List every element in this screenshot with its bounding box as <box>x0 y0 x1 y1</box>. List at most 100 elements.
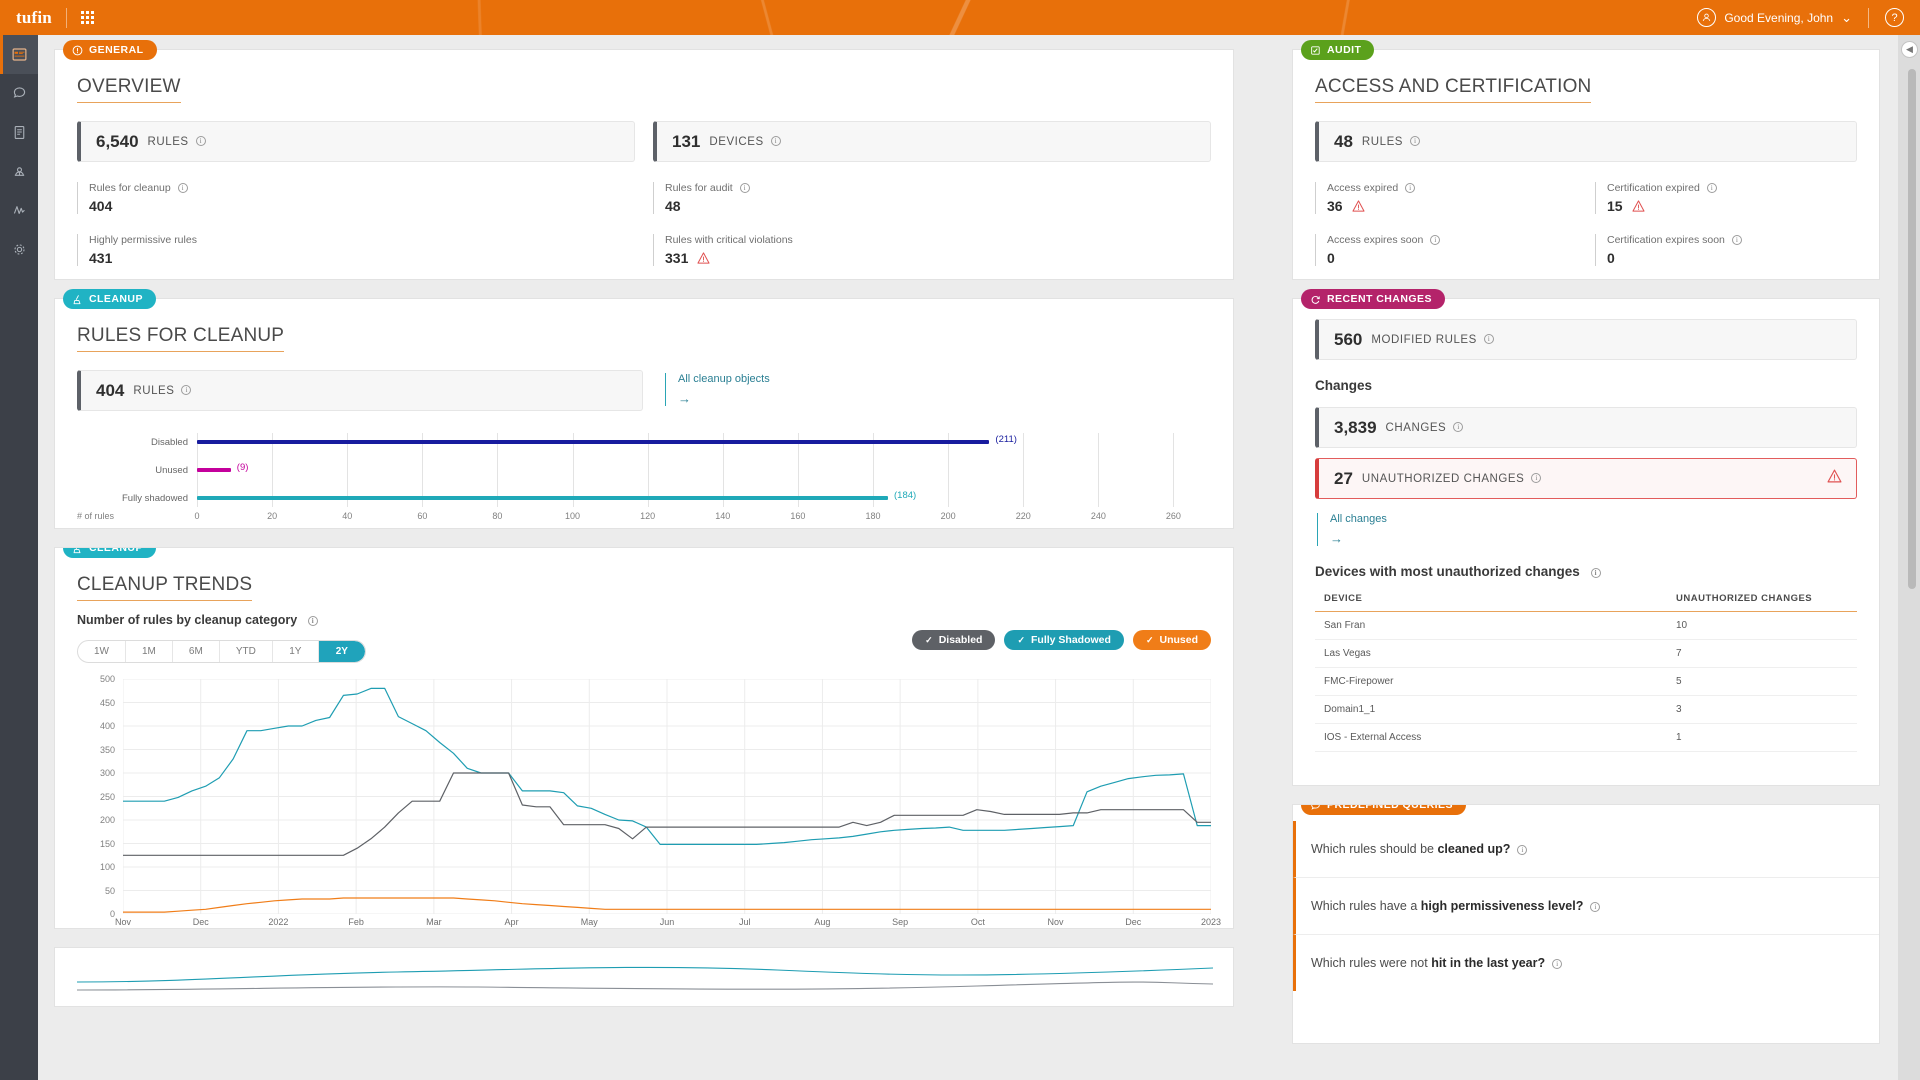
rules-stat-box[interactable]: 6,540 RULES i <box>77 121 635 162</box>
mini-stat-rules-for-cleanup[interactable]: Rules for cleanup i 404 <box>77 182 635 214</box>
legend-toggle-unused[interactable]: ✓ Unused <box>1132 630 1211 650</box>
range-option-6m[interactable]: 6M <box>173 641 220 662</box>
info-icon[interactable]: i <box>181 384 192 395</box>
info-icon[interactable]: i <box>1731 234 1742 245</box>
gear-icon <box>13 244 25 255</box>
mini-stat-access-expires-soon[interactable]: Access expires soon i 0 <box>1315 234 1577 266</box>
cleanup-trends-chart: 0 50 100 150 200 250 300 350 400 450 500 Nov Dec 202… <box>77 674 1221 928</box>
table-row[interactable]: San Fran 10 <box>1315 611 1857 640</box>
y-axis-tick: 450 <box>99 697 115 708</box>
help-icon[interactable]: ? <box>1885 8 1904 27</box>
mini-stat-certification-expires-soon[interactable]: Certification expires soon i 0 <box>1595 234 1857 266</box>
plot-area[interactable] <box>122 678 1212 915</box>
audit-rules-stat-box[interactable]: 48 RULES i <box>1315 121 1857 162</box>
y-axis-tick: 500 <box>99 674 115 684</box>
cleanup-trends-body: CLEANUP TRENDS Number of rules by cleanu… <box>55 548 1233 928</box>
broom-icon <box>73 548 81 553</box>
chart-legend: ✓ Disabled ✓ Fully Shadowed ✓ Unused <box>912 630 1211 650</box>
info-icon[interactable]: i <box>1706 182 1717 193</box>
range-option-ytd[interactable]: YTD <box>220 641 273 662</box>
cleanup-pill: CLEANUP <box>63 289 156 309</box>
all-changes-link[interactable]: All changes → <box>1317 513 1857 546</box>
info-icon[interactable]: i <box>1590 901 1601 912</box>
user-menu[interactable]: Good Evening, John ⌄ <box>1697 8 1852 27</box>
sidebar-item-search[interactable] <box>0 74 38 113</box>
sidebar-item-policy-browser[interactable] <box>0 152 38 191</box>
changes-stat-box[interactable]: 3,839 CHANGES i <box>1315 407 1857 448</box>
info-icon[interactable]: i <box>195 135 206 146</box>
mini-stat-access-expired[interactable]: Access expired i 36 <box>1315 182 1577 214</box>
query-item-3[interactable]: Which rules were not hit in the last yea… <box>1293 935 1879 991</box>
collapse-icon[interactable]: ◀ <box>1901 41 1918 58</box>
range-option-1w[interactable]: 1W <box>78 641 126 662</box>
mini-stat-rules-for-audit[interactable]: Rules for audit i 48 <box>653 182 1211 214</box>
link-label: All changes <box>1330 513 1387 525</box>
table-row[interactable]: Las Vegas 7 <box>1315 639 1857 668</box>
info-icon[interactable]: i <box>1517 844 1528 855</box>
range-option-1y[interactable]: 1Y <box>273 641 319 662</box>
y-axis-tick: 100 <box>99 862 115 872</box>
cleanup-trends-pill: CLEANUP <box>63 548 156 558</box>
arrow-right-icon: → <box>1330 531 1343 546</box>
check-icon: ✓ <box>925 634 933 645</box>
sidebar-item-topology[interactable] <box>0 191 38 230</box>
info-icon[interactable]: i <box>1453 421 1464 432</box>
left-nav-rail <box>0 35 38 1080</box>
legend-label: Unused <box>1159 634 1198 646</box>
modified-rules-stat-box[interactable]: 560 MODIFIED RULES i <box>1315 319 1857 360</box>
sidebar-item-dashboard[interactable] <box>0 35 38 74</box>
bar-chart-axis-unit: # of rules <box>77 511 115 521</box>
info-icon[interactable]: i <box>1531 472 1542 483</box>
legend-toggle-fully-shadowed[interactable]: ✓ Fully Shadowed <box>1004 630 1124 650</box>
mini-stat-label: Rules for cleanup <box>89 182 171 194</box>
info-icon[interactable]: i <box>1483 333 1494 344</box>
grid-apps-icon[interactable] <box>80 11 94 24</box>
next-card-partial <box>54 947 1234 1007</box>
recent-changes-body: 560 MODIFIED RULES i Changes 3,839 CHANG… <box>1293 299 1879 772</box>
refresh-icon <box>1311 295 1320 304</box>
unauthorized-changes-label: UNAUTHORIZED CHANGES <box>1361 472 1525 485</box>
mini-stat-highly-permissive-rules[interactable]: Highly permissive rules 431 <box>77 234 635 266</box>
time-range-selector[interactable]: 1W 1M 6M YTD 1Y 2Y <box>77 640 366 663</box>
info-icon[interactable]: i <box>770 135 781 146</box>
link-label: All cleanup objects <box>678 373 770 385</box>
cell-device: FMC-Firepower <box>1315 667 1667 696</box>
range-option-2y[interactable]: 2Y <box>318 641 365 662</box>
modified-rules-label: MODIFIED RULES <box>1371 333 1477 346</box>
sidebar-item-reports[interactable] <box>0 113 38 152</box>
info-icon[interactable]: i <box>739 182 750 193</box>
vertical-scrollbar[interactable] <box>1908 69 1916 589</box>
info-icon[interactable]: i <box>1410 135 1421 146</box>
cleanup-trends-subtitle: Number of rules by cleanup category <box>77 613 298 627</box>
mini-stat-certification-expired[interactable]: Certification expired i 15 <box>1595 182 1857 214</box>
predefined-queries-card: PREDEFINED QUERIES Which rules should be… <box>1292 804 1880 1044</box>
info-icon[interactable]: i <box>1430 234 1441 245</box>
general-body: OVERVIEW 6,540 RULES i 131 DEVICES i Rul… <box>55 50 1233 286</box>
range-option-1m[interactable]: 1M <box>126 641 173 662</box>
sidebar-item-settings[interactable] <box>0 230 38 269</box>
all-cleanup-objects-link[interactable]: All cleanup objects → <box>665 373 770 406</box>
query-item-1[interactable]: Which rules should be cleaned up? i <box>1293 821 1879 878</box>
axis-tick-label: 160 <box>790 511 806 521</box>
bar-row-fully-shadowed[interactable]: Fully shadowed (184) <box>77 489 1211 507</box>
devices-stat-box[interactable]: 131 DEVICES i <box>653 121 1211 162</box>
query-prefix: Which rules were not <box>1311 956 1432 970</box>
audit-pill: AUDIT <box>1301 40 1375 60</box>
info-icon[interactable]: i <box>177 182 188 193</box>
cleanup-card: CLEANUP RULES FOR CLEANUP 404 RULES i Al… <box>54 289 1234 529</box>
cleanup-rules-stat-box[interactable]: 404 RULES i <box>77 370 643 411</box>
dashboard-canvas: GENERAL OVERVIEW 6,540 RULES i 131 DEVIC… <box>38 35 1920 1080</box>
legend-toggle-disabled[interactable]: ✓ Disabled <box>912 630 996 650</box>
info-icon[interactable]: i <box>1552 958 1563 969</box>
table-row[interactable]: Domain1_1 3 <box>1315 695 1857 724</box>
query-item-2[interactable]: Which rules have a high permissiveness l… <box>1293 878 1879 935</box>
info-icon[interactable]: i <box>1590 567 1601 578</box>
info-icon[interactable]: i <box>307 615 318 626</box>
bar-row-disabled[interactable]: Disabled (211) <box>77 433 1211 451</box>
unauthorized-changes-stat-box[interactable]: 27 UNAUTHORIZED CHANGES i <box>1315 458 1857 499</box>
bar-row-unused[interactable]: Unused (9) <box>77 461 1211 479</box>
info-icon[interactable]: i <box>1405 182 1416 193</box>
mini-stat-rules-with-critical-violations[interactable]: Rules with critical violations 331 <box>653 234 1211 266</box>
table-row[interactable]: FMC-Firepower 5 <box>1315 667 1857 696</box>
table-row[interactable]: IOS - External Access 1 <box>1315 723 1857 752</box>
